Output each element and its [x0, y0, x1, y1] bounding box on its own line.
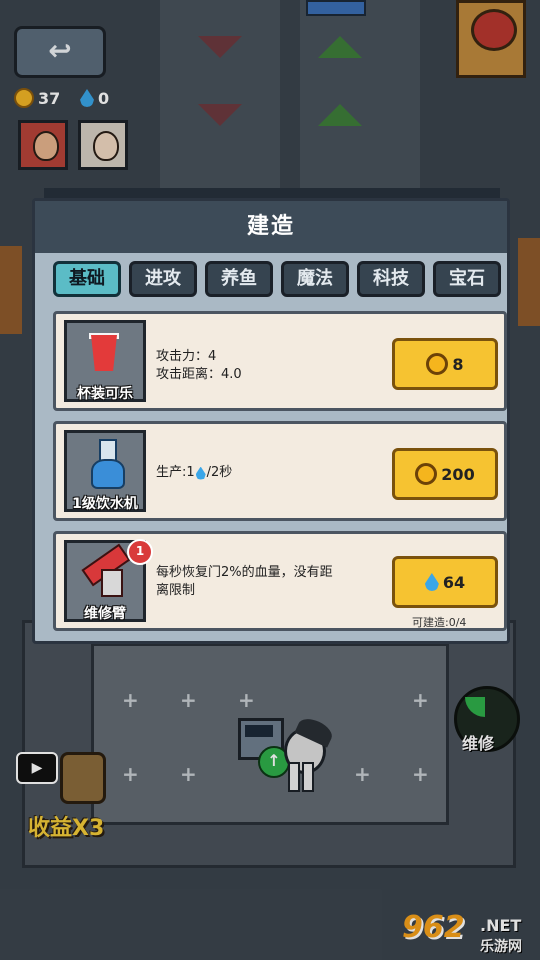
buy-button[interactable]: 200 [392, 448, 498, 500]
tab-magic[interactable]: 魔法 [281, 261, 349, 297]
item-icon-frame: 1级饮水机 [64, 430, 146, 512]
item-icon-frame: 维修臂 1 [64, 539, 153, 622]
tab-gem[interactable]: 宝石 [433, 261, 501, 297]
build-dialog: 建造 基础 进攻 养鱼 魔法 科技 宝石 杯装可乐 攻击力：4 攻击距离：4.0… [32, 198, 510, 644]
item-name: 维修臂 [84, 606, 126, 622]
tab-fish[interactable]: 养鱼 [205, 261, 273, 297]
tab-attack[interactable]: 进攻 [129, 261, 197, 297]
item-icon-frame: 杯装可乐 [64, 320, 146, 402]
build-item-card[interactable]: 1级饮水机 生产:1 /2秒 200 [53, 421, 507, 521]
coin-icon [415, 463, 438, 485]
item-description: 攻击力：4 攻击距离：4.0 [156, 349, 242, 382]
item-name: 杯装可乐 [77, 386, 133, 402]
dialog-title: 建造 [35, 201, 507, 253]
item-description: 生产:1 /2秒 [156, 465, 233, 480]
tab-basic[interactable]: 基础 [53, 261, 121, 297]
price-value: 8 [452, 354, 464, 374]
water-drop-icon [195, 466, 206, 480]
build-item-card[interactable]: 杯装可乐 攻击力：4 攻击距离：4.0 8 [53, 311, 507, 411]
price-value: 200 [441, 464, 475, 484]
build-limit-text: 可建造:0/4 [412, 616, 467, 629]
water-drop-icon [424, 573, 439, 591]
item-description: 每秒恢复门2%的血量，没有距 离限制 [156, 565, 333, 598]
category-tabs: 基础 进攻 养鱼 魔法 科技 宝石 [53, 261, 509, 301]
item-name: 1级饮水机 [72, 496, 138, 512]
buy-button[interactable]: 64 [392, 556, 498, 608]
tab-tech[interactable]: 科技 [357, 261, 425, 297]
build-item-card[interactable]: 维修臂 1 每秒恢复门2%的血量，没有距 离限制 64 可建造:0/4 [53, 531, 507, 631]
buy-button[interactable]: 8 [392, 338, 498, 390]
notification-badge: 1 [127, 539, 153, 565]
price-value: 64 [442, 572, 466, 592]
coin-icon [426, 353, 449, 375]
